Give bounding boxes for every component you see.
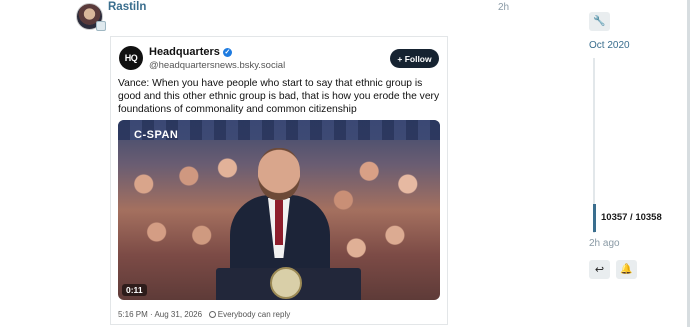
bluesky-embed[interactable]: HQ Headquarters ✓ @headquartersnews.bsky.… (110, 36, 448, 325)
avatar-flair-icon (96, 21, 106, 31)
author-name: Headquarters (149, 46, 220, 58)
embed-post-text: Vance: When you have people who start to… (118, 78, 440, 115)
verified-check-icon: ✓ (222, 48, 232, 57)
post-timestamp[interactable]: 5:16 PM · Aug 31, 2026 (118, 310, 202, 319)
video-speaker-tie (275, 200, 283, 245)
reply-button[interactable]: ↩ (589, 260, 610, 279)
wrench-icon: 🔧 (593, 16, 606, 27)
video-player[interactable]: C-SPAN 0:11 (118, 120, 440, 300)
author-name-row[interactable]: Headquarters ✓ (149, 46, 232, 58)
network-logo: C-SPAN (134, 129, 179, 141)
post-username[interactable]: Rastiln (108, 1, 146, 13)
bell-icon: 🔔 (620, 264, 633, 275)
timeline-start-date[interactable]: Oct 2020 (589, 40, 630, 51)
reply-icon: ↩ (594, 264, 605, 276)
video-speaker-head (258, 148, 300, 200)
follow-button[interactable]: + Follow (390, 49, 439, 68)
admin-wrench-button[interactable]: 🔧 (589, 12, 610, 31)
timeline-position: 10357 / 10358 (601, 212, 662, 223)
author-handle[interactable]: @headquartersnews.bsky.social (149, 60, 285, 71)
reply-setting: Everybody can reply (217, 310, 291, 319)
timeline-handle[interactable] (593, 204, 596, 232)
notifications-button[interactable]: 🔔 (616, 260, 637, 279)
timeline-end-date[interactable]: 2h ago (589, 238, 620, 249)
post-meta: 5:16 PM · Aug 31, 2026 Everybody can rep… (118, 310, 290, 319)
post-age[interactable]: 2h (498, 2, 509, 13)
video-duration: 0:11 (122, 284, 147, 296)
globe-icon (208, 311, 216, 318)
author-avatar-logo[interactable]: HQ (119, 46, 143, 70)
vice-president-seal (270, 267, 302, 299)
